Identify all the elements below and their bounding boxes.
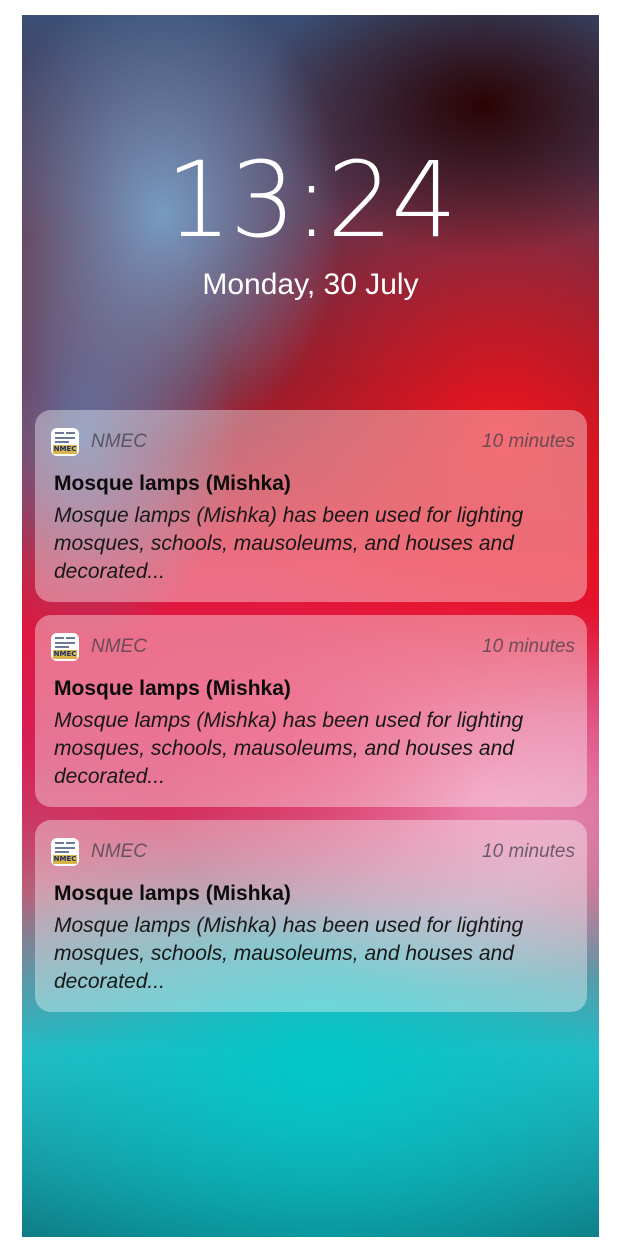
icon-badge-text: NMEC xyxy=(53,650,77,659)
notification-body: Mosque lamps (Mishka) has been used for … xyxy=(54,914,524,993)
notification-time: 10 minutes xyxy=(482,841,575,862)
notification-card[interactable]: NMEC NMEC 10 minutes Mosque lamps (Mishk… xyxy=(35,820,587,1012)
app-name: NMEC xyxy=(91,636,147,657)
notification-title: Mosque lamps (Mishka) xyxy=(54,882,291,905)
icon-badge-text: NMEC xyxy=(53,445,77,454)
app-name: NMEC xyxy=(91,841,147,862)
clock-time: 13:24 xyxy=(165,139,458,261)
notification-card[interactable]: NMEC NMEC 10 minutes Mosque lamps (Mishk… xyxy=(35,615,587,807)
notification-time: 10 minutes xyxy=(482,636,575,657)
nmec-app-icon: NMEC xyxy=(51,428,79,456)
notification-body: Mosque lamps (Mishka) has been used for … xyxy=(54,504,524,583)
clock-date: Monday, 30 July xyxy=(202,268,419,301)
notification-title: Mosque lamps (Mishka) xyxy=(54,472,291,495)
nmec-app-icon: NMEC xyxy=(51,838,79,866)
notification-header: NMEC NMEC 10 minutes xyxy=(51,428,575,456)
notification-card[interactable]: NMEC NMEC 10 minutes Mosque lamps (Mishk… xyxy=(35,410,587,602)
lock-screen: 13:24 Monday, 30 July NMEC NMEC 10 minut… xyxy=(22,15,599,1237)
notification-header: NMEC NMEC 10 minutes xyxy=(51,633,575,661)
app-name: NMEC xyxy=(91,431,147,452)
notification-time: 10 minutes xyxy=(482,431,575,452)
notification-header: NMEC NMEC 10 minutes xyxy=(51,838,575,866)
nmec-app-icon: NMEC xyxy=(51,633,79,661)
notification-body: Mosque lamps (Mishka) has been used for … xyxy=(54,709,524,788)
icon-badge-text: NMEC xyxy=(53,855,77,864)
notification-title: Mosque lamps (Mishka) xyxy=(54,677,291,700)
